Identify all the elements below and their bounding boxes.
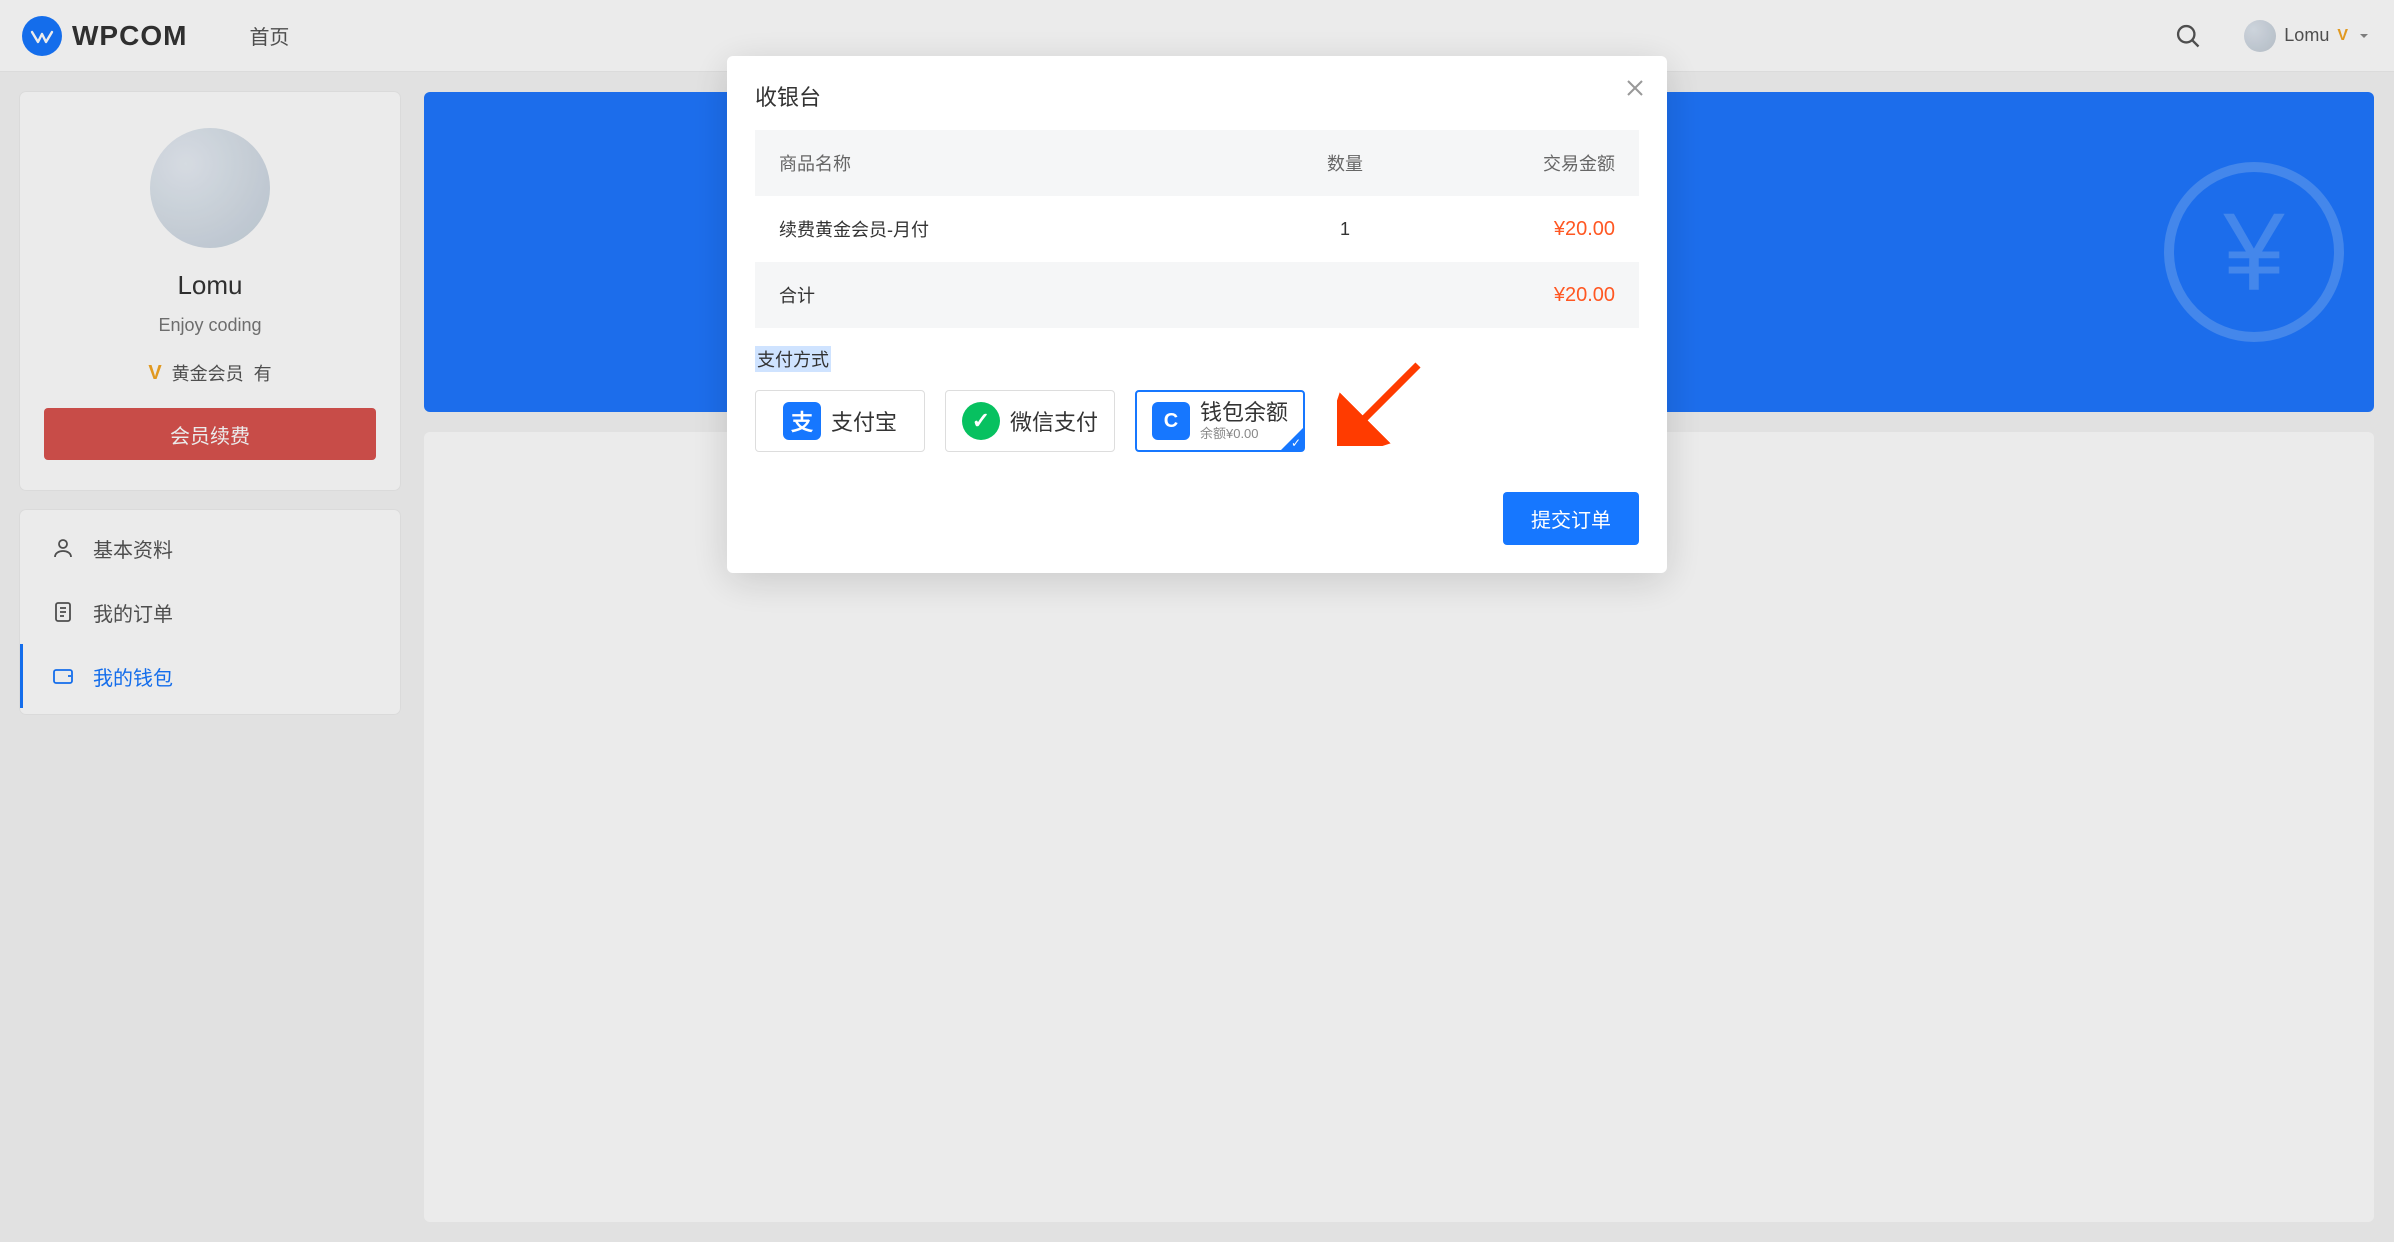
pay-option-label: 支付宝 [831,405,897,437]
alipay-icon: 支 [783,402,821,440]
close-icon [1623,76,1647,100]
pay-option-alipay[interactable]: 支 支付宝 [755,390,925,452]
item-amount: ¥20.00 [1415,218,1615,241]
total-amount: ¥20.00 [1415,284,1615,307]
pay-option-label: 钱包余额 [1200,400,1288,426]
payment-methods-label: 支付方式 [755,346,831,372]
table-row: 续费黄金会员-月付 1 ¥20.00 [755,196,1639,262]
item-qty: 1 [1275,219,1415,240]
col-qty: 数量 [1275,150,1415,176]
total-label: 合计 [779,282,1275,308]
table-total: 合计 ¥20.00 [755,262,1639,328]
wallet-balance-icon: C [1152,402,1190,440]
pay-option-wallet[interactable]: C 钱包余额 余额¥0.00 [1135,390,1305,452]
modal-title: 收银台 [727,80,1667,130]
wechat-icon: ✓ [962,402,1000,440]
checkout-modal: 收银台 商品名称 数量 交易金额 续费黄金会员-月付 1 ¥20.00 合计 ¥… [727,56,1667,573]
col-amount: 交易金额 [1415,150,1615,176]
modal-overlay[interactable]: 收银台 商品名称 数量 交易金额 续费黄金会员-月付 1 ¥20.00 合计 ¥… [0,0,2394,1242]
col-name: 商品名称 [779,150,1275,176]
table-header: 商品名称 数量 交易金额 [755,130,1639,196]
submit-order-button[interactable]: 提交订单 [1503,492,1639,545]
selected-check-icon [1281,428,1303,450]
pay-option-wechat[interactable]: ✓ 微信支付 [945,390,1115,452]
close-button[interactable] [1623,76,1647,100]
pay-option-label: 微信支付 [1010,405,1098,437]
wallet-balance-sub: 余额¥0.00 [1200,426,1288,442]
item-name: 续费黄金会员-月付 [779,216,1275,242]
